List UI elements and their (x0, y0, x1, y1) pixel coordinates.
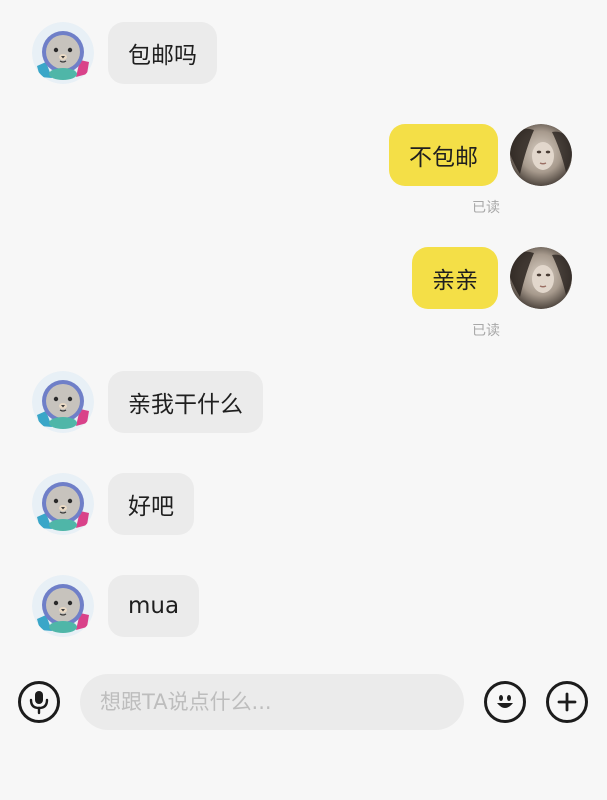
photo-avatar-icon (510, 247, 572, 309)
message-bubble[interactable]: 亲亲 (412, 247, 498, 309)
message-row: mua (32, 575, 200, 637)
seal-avatar-icon (32, 575, 94, 637)
avatar[interactable] (32, 22, 94, 84)
seal-avatar-icon (32, 473, 94, 535)
avatar[interactable] (32, 371, 94, 433)
input-bar (0, 660, 607, 750)
chat-area: 包邮吗 不包邮 已读 亲亲 已读 亲我干什么 好吧 mua (0, 0, 607, 660)
avatar[interactable] (32, 473, 94, 535)
avatar[interactable] (32, 575, 94, 637)
plus-icon (557, 692, 577, 712)
seal-avatar-icon (32, 22, 94, 84)
message-row: 不包邮 (389, 124, 572, 186)
photo-avatar-icon (510, 124, 572, 186)
message-row: 好吧 (32, 473, 194, 535)
more-button[interactable] (546, 681, 588, 723)
message-bubble[interactable]: 亲我干什么 (108, 371, 263, 433)
message-bubble[interactable]: mua (108, 575, 200, 637)
read-status: 已读 (472, 200, 500, 216)
message-input[interactable] (80, 674, 464, 730)
message-bubble[interactable]: 好吧 (108, 473, 194, 535)
emoji-button[interactable] (484, 681, 526, 723)
message-row: 包邮吗 (32, 22, 217, 84)
message-bubble[interactable]: 不包邮 (389, 124, 498, 186)
microphone-icon (29, 691, 49, 715)
avatar[interactable] (510, 124, 572, 186)
read-status: 已读 (472, 323, 500, 339)
message-bubble[interactable]: 包邮吗 (108, 22, 217, 84)
voice-button[interactable] (18, 681, 60, 723)
smiley-icon (497, 695, 513, 708)
seal-avatar-icon (32, 371, 94, 433)
message-row: 亲我干什么 (32, 371, 263, 433)
message-row: 亲亲 (412, 247, 572, 309)
avatar[interactable] (510, 247, 572, 309)
